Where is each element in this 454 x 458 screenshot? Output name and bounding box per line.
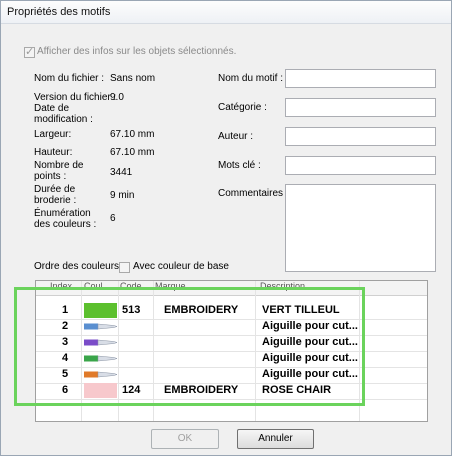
points-value: 3441: [110, 167, 133, 178]
keywords-label: Mots clé :: [218, 160, 261, 171]
width-label: Largeur:: [34, 129, 72, 140]
colors-count-label: Énumération des couleurs :: [34, 208, 97, 230]
motif-name-label: Nom du motif :: [218, 73, 284, 84]
title-bar: Propriétés des motifs: [1, 1, 451, 24]
window-title: Propriétés des motifs: [7, 6, 111, 18]
author-label: Auteur :: [218, 131, 254, 142]
base-color-checkbox[interactable]: [119, 262, 130, 273]
duration-value: 9 min: [110, 190, 135, 201]
cancel-button[interactable]: Annuler: [237, 429, 314, 449]
category-label: Catégorie :: [218, 102, 267, 113]
width-value: 67.10 mm: [110, 129, 155, 140]
category-field[interactable]: [285, 98, 436, 117]
pattern-properties-dialog: Propriétés des motifs Afficher des infos…: [0, 0, 452, 456]
comments-label: Commentaires :: [218, 188, 289, 199]
height-label: Hauteur:: [34, 147, 73, 158]
comments-textarea[interactable]: [285, 184, 436, 272]
version-label: Version du fichier :: [34, 92, 117, 103]
colors-count-value: 6: [110, 213, 116, 224]
base-color-label: Avec couleur de base: [133, 261, 229, 272]
show-info-checkbox[interactable]: [24, 45, 35, 58]
highlight-frame: [14, 287, 365, 406]
file-name-label: Nom du fichier :: [34, 73, 105, 84]
author-field[interactable]: [285, 127, 436, 146]
points-label: Nombre de points :: [34, 160, 84, 182]
version-value: 9.0: [110, 92, 124, 103]
show-info-label: Afficher des infos sur les objets sélect…: [37, 46, 237, 57]
motif-name-field[interactable]: [285, 69, 436, 88]
keywords-field[interactable]: [285, 156, 436, 175]
file-name-value: Sans nom: [110, 73, 156, 84]
modification-date-label: Date de modification :: [34, 103, 93, 125]
duration-label: Durée de broderie :: [34, 184, 77, 206]
color-order-label: Ordre des couleurs:: [34, 261, 122, 272]
ok-button[interactable]: OK: [151, 429, 219, 449]
height-value: 67.10 mm: [110, 147, 155, 158]
